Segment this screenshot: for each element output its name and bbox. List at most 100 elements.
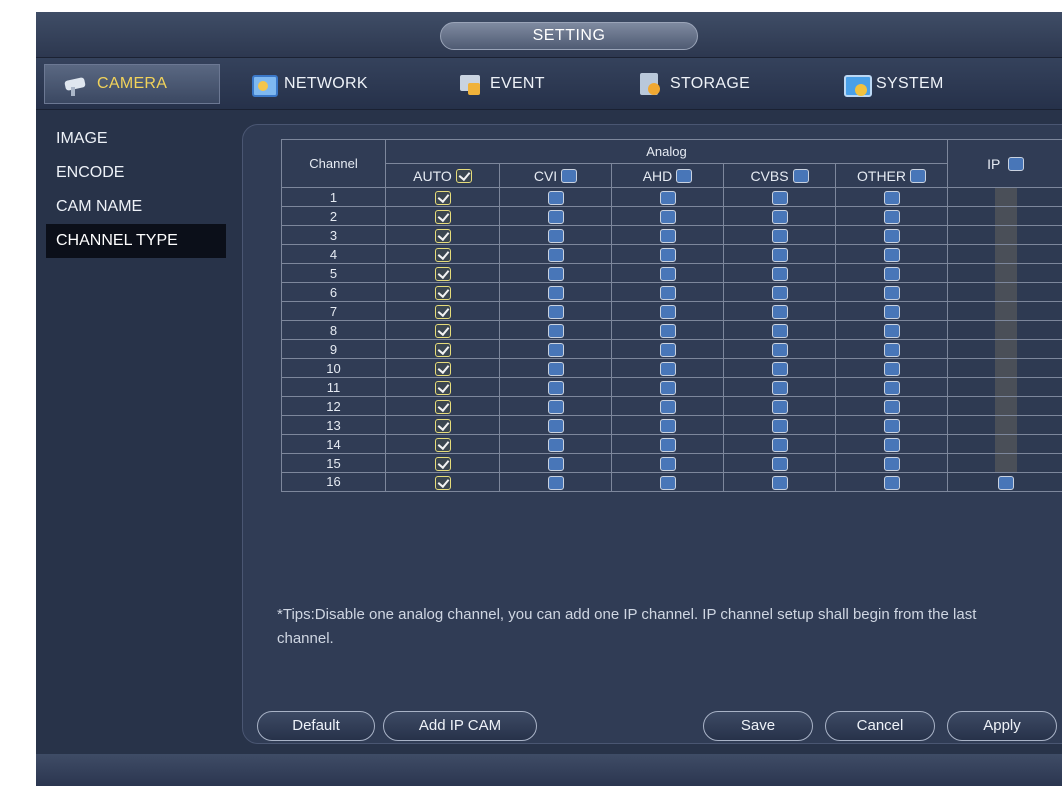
- default-button[interactable]: Default: [257, 711, 375, 741]
- channel-type-checkbox[interactable]: [771, 285, 788, 300]
- channel-type-checkbox[interactable]: [771, 475, 788, 490]
- channel-type-checkbox[interactable]: [771, 323, 788, 338]
- channel-type-checkbox[interactable]: [883, 209, 900, 224]
- channel-type-checkbox[interactable]: [883, 323, 900, 338]
- channel-type-checkbox[interactable]: [434, 304, 451, 319]
- channel-type-checkbox[interactable]: [659, 323, 676, 338]
- channel-type-checkbox[interactable]: [659, 437, 676, 452]
- channel-type-checkbox[interactable]: [547, 418, 564, 433]
- channel-type-checkbox[interactable]: [547, 380, 564, 395]
- channel-type-checkbox[interactable]: [434, 209, 451, 224]
- channel-type-checkbox[interactable]: [547, 399, 564, 414]
- channel-type-checkbox[interactable]: [434, 247, 451, 262]
- channel-type-checkbox[interactable]: [434, 475, 451, 490]
- channel-type-checkbox[interactable]: [434, 399, 451, 414]
- channel-type-checkbox[interactable]: [547, 228, 564, 243]
- cancel-button[interactable]: Cancel: [825, 711, 935, 741]
- channel-type-checkbox[interactable]: [771, 361, 788, 376]
- ip-checkbox[interactable]: [997, 475, 1014, 490]
- channel-type-checkbox[interactable]: [883, 190, 900, 205]
- tab-event[interactable]: EVENT: [456, 64, 606, 104]
- channel-type-checkbox[interactable]: [771, 190, 788, 205]
- channel-type-checkbox[interactable]: [771, 304, 788, 319]
- channel-type-checkbox[interactable]: [883, 456, 900, 471]
- channel-type-checkbox[interactable]: [659, 380, 676, 395]
- channel-type-checkbox[interactable]: [434, 323, 451, 338]
- channel-type-checkbox[interactable]: [659, 190, 676, 205]
- sidebar-item-image[interactable]: IMAGE: [46, 122, 226, 156]
- column-select-all-checkbox[interactable]: [792, 168, 809, 183]
- channel-type-checkbox[interactable]: [434, 418, 451, 433]
- channel-type-checkbox[interactable]: [883, 247, 900, 262]
- column-select-all-checkbox[interactable]: [561, 168, 578, 183]
- channel-type-checkbox[interactable]: [659, 285, 676, 300]
- apply-button[interactable]: Apply: [947, 711, 1057, 741]
- column-select-all-checkbox[interactable]: [910, 168, 926, 183]
- channel-type-checkbox[interactable]: [659, 266, 676, 281]
- channel-type-checkbox[interactable]: [547, 209, 564, 224]
- channel-type-checkbox[interactable]: [659, 418, 676, 433]
- channel-type-checkbox[interactable]: [659, 399, 676, 414]
- channel-type-checkbox[interactable]: [434, 228, 451, 243]
- channel-type-checkbox[interactable]: [547, 247, 564, 262]
- sidebar-item-channel-type[interactable]: CHANNEL TYPE: [46, 224, 226, 258]
- channel-type-checkbox[interactable]: [659, 342, 676, 357]
- channel-type-checkbox[interactable]: [771, 456, 788, 471]
- tab-camera[interactable]: CAMERA: [44, 64, 220, 104]
- channel-type-checkbox[interactable]: [659, 304, 676, 319]
- channel-type-checkbox[interactable]: [659, 209, 676, 224]
- tab-network[interactable]: NETWORK: [250, 64, 420, 104]
- ip-all-checkbox[interactable]: [1007, 156, 1024, 171]
- channel-type-checkbox[interactable]: [547, 266, 564, 281]
- channel-type-checkbox[interactable]: [434, 361, 451, 376]
- channel-type-checkbox[interactable]: [883, 361, 900, 376]
- channel-type-checkbox[interactable]: [883, 380, 900, 395]
- channel-type-checkbox[interactable]: [547, 190, 564, 205]
- channel-type-checkbox[interactable]: [547, 342, 564, 357]
- channel-type-checkbox[interactable]: [883, 342, 900, 357]
- channel-type-checkbox[interactable]: [771, 247, 788, 262]
- channel-type-checkbox[interactable]: [659, 228, 676, 243]
- channel-type-checkbox[interactable]: [547, 361, 564, 376]
- channel-type-checkbox[interactable]: [883, 399, 900, 414]
- channel-type-checkbox[interactable]: [771, 228, 788, 243]
- channel-type-checkbox[interactable]: [434, 266, 451, 281]
- channel-type-checkbox[interactable]: [771, 418, 788, 433]
- channel-type-checkbox[interactable]: [883, 437, 900, 452]
- channel-type-checkbox[interactable]: [434, 285, 451, 300]
- channel-type-checkbox[interactable]: [659, 247, 676, 262]
- channel-type-checkbox[interactable]: [883, 285, 900, 300]
- channel-type-checkbox[interactable]: [434, 190, 451, 205]
- channel-type-checkbox[interactable]: [883, 418, 900, 433]
- channel-type-checkbox[interactable]: [771, 209, 788, 224]
- channel-type-checkbox[interactable]: [771, 437, 788, 452]
- sidebar-item-cam-name[interactable]: CAM NAME: [46, 190, 226, 224]
- channel-type-checkbox[interactable]: [434, 342, 451, 357]
- channel-type-checkbox[interactable]: [771, 342, 788, 357]
- channel-type-checkbox[interactable]: [883, 304, 900, 319]
- channel-type-checkbox[interactable]: [547, 437, 564, 452]
- channel-type-checkbox[interactable]: [547, 323, 564, 338]
- save-button[interactable]: Save: [703, 711, 813, 741]
- channel-type-checkbox[interactable]: [547, 456, 564, 471]
- column-select-all-checkbox[interactable]: [676, 168, 693, 183]
- channel-type-checkbox[interactable]: [771, 266, 788, 281]
- channel-type-checkbox[interactable]: [659, 456, 676, 471]
- add-ip-cam-button[interactable]: Add IP CAM: [383, 711, 537, 741]
- channel-type-checkbox[interactable]: [434, 437, 451, 452]
- channel-type-checkbox[interactable]: [883, 266, 900, 281]
- channel-type-checkbox[interactable]: [434, 380, 451, 395]
- channel-type-checkbox[interactable]: [547, 285, 564, 300]
- channel-type-checkbox[interactable]: [434, 456, 451, 471]
- sidebar-item-encode[interactable]: ENCODE: [46, 156, 226, 190]
- channel-type-checkbox[interactable]: [771, 380, 788, 395]
- column-select-all-checkbox[interactable]: [455, 168, 472, 183]
- channel-type-checkbox[interactable]: [659, 475, 676, 490]
- channel-type-checkbox[interactable]: [547, 304, 564, 319]
- tab-storage[interactable]: STORAGE: [636, 64, 806, 104]
- channel-type-checkbox[interactable]: [883, 475, 900, 490]
- channel-type-checkbox[interactable]: [771, 399, 788, 414]
- channel-type-checkbox[interactable]: [883, 228, 900, 243]
- channel-type-checkbox[interactable]: [659, 361, 676, 376]
- tab-system[interactable]: SYSTEM: [842, 64, 1012, 104]
